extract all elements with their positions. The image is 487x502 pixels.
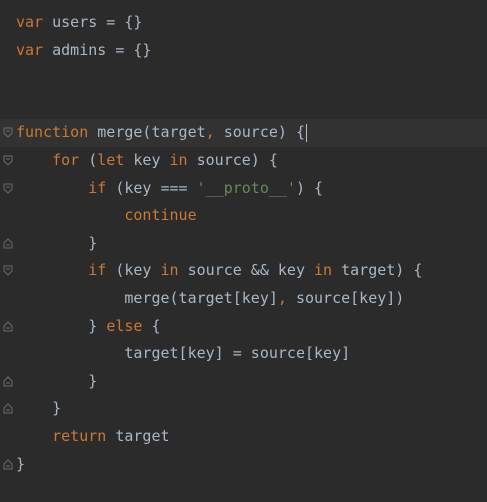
code-token: target[key] = source[key] bbox=[16, 344, 351, 363]
code-token: } bbox=[16, 371, 98, 390]
keyword-token: if bbox=[88, 261, 107, 280]
keyword-token: in bbox=[314, 261, 333, 280]
fold-open-icon[interactable] bbox=[3, 155, 13, 166]
fold-close-icon[interactable] bbox=[3, 320, 13, 332]
string-token: '__proto__' bbox=[196, 178, 296, 197]
code-token: ) { bbox=[295, 178, 324, 197]
code-line[interactable]: } bbox=[16, 395, 487, 423]
code-token: source[key]) bbox=[286, 289, 405, 307]
code-token: } bbox=[16, 454, 26, 473]
fold-close-icon[interactable] bbox=[3, 403, 13, 414]
code-token: source) { bbox=[187, 151, 278, 169]
code-line[interactable]: } bbox=[16, 368, 487, 396]
keyword-token: , bbox=[277, 289, 287, 307]
code-line[interactable]: target[key] = source[key] bbox=[16, 340, 487, 368]
code-line[interactable]: if (key === '__proto__') { bbox=[16, 175, 487, 203]
code-token: } bbox=[16, 316, 107, 335]
code-line[interactable]: } else { bbox=[16, 313, 487, 341]
keyword-token: var bbox=[16, 13, 44, 31]
code-token: } bbox=[16, 399, 62, 418]
code-line[interactable]: for (let key in source) { bbox=[16, 147, 487, 175]
code-token: source && key bbox=[178, 261, 315, 280]
keyword-token: function bbox=[16, 123, 89, 142]
fold-close-icon[interactable] bbox=[3, 376, 13, 387]
code-token: (key === bbox=[106, 178, 197, 197]
code-line[interactable]: if (key in source && key in target) { bbox=[16, 257, 487, 285]
code-line[interactable]: return target bbox=[16, 423, 487, 451]
code-token: users = {} bbox=[43, 13, 143, 31]
keyword-token: else bbox=[106, 316, 143, 335]
text-cursor bbox=[306, 123, 307, 142]
code-token: target bbox=[106, 427, 170, 445]
code-token: admins = {} bbox=[43, 40, 152, 59]
fold-close-icon[interactable] bbox=[3, 458, 13, 470]
code-editor[interactable]: var users = {} var admins = {} function me… bbox=[0, 0, 487, 502]
code-line[interactable]: var admins = {} bbox=[16, 37, 487, 65]
code-line[interactable]: } bbox=[16, 451, 487, 479]
code-token: } bbox=[16, 233, 98, 252]
keyword-token: , bbox=[205, 123, 215, 142]
code-token: key bbox=[124, 151, 170, 169]
fold-open-icon[interactable] bbox=[3, 265, 13, 277]
fold-close-icon[interactable] bbox=[3, 238, 13, 249]
code-token: source) bbox=[214, 123, 296, 142]
keyword-token: in bbox=[160, 261, 179, 280]
code-line[interactable]: } bbox=[16, 230, 487, 258]
keyword-token: in bbox=[169, 151, 188, 169]
fold-open-icon[interactable] bbox=[3, 127, 13, 139]
keyword-token: return bbox=[52, 427, 107, 445]
code-token: ( bbox=[79, 151, 98, 169]
code-line[interactable]: merge(target[key], source[key]) bbox=[16, 285, 487, 313]
code-token: target) { bbox=[332, 261, 423, 280]
keyword-token: if bbox=[88, 178, 107, 197]
keyword-token: let bbox=[97, 151, 125, 169]
code-line[interactable]: continue bbox=[16, 202, 487, 230]
code-line[interactable] bbox=[16, 92, 487, 120]
code-token: { bbox=[142, 316, 161, 335]
keyword-token: var bbox=[16, 40, 44, 59]
gutter[interactable] bbox=[0, 0, 16, 502]
keyword-token: for bbox=[52, 151, 80, 169]
keyword-token: continue bbox=[124, 206, 197, 225]
code-line[interactable] bbox=[16, 64, 487, 92]
code-token: { bbox=[295, 123, 305, 142]
code-token: merge(target bbox=[88, 123, 206, 142]
code-token: (key bbox=[106, 261, 161, 280]
code-token: merge(target[key] bbox=[16, 289, 278, 307]
fold-open-icon[interactable] bbox=[3, 183, 13, 194]
code-line[interactable]: var users = {} bbox=[16, 9, 487, 37]
code-line[interactable]: function merge(target, source) { bbox=[0, 119, 487, 147]
